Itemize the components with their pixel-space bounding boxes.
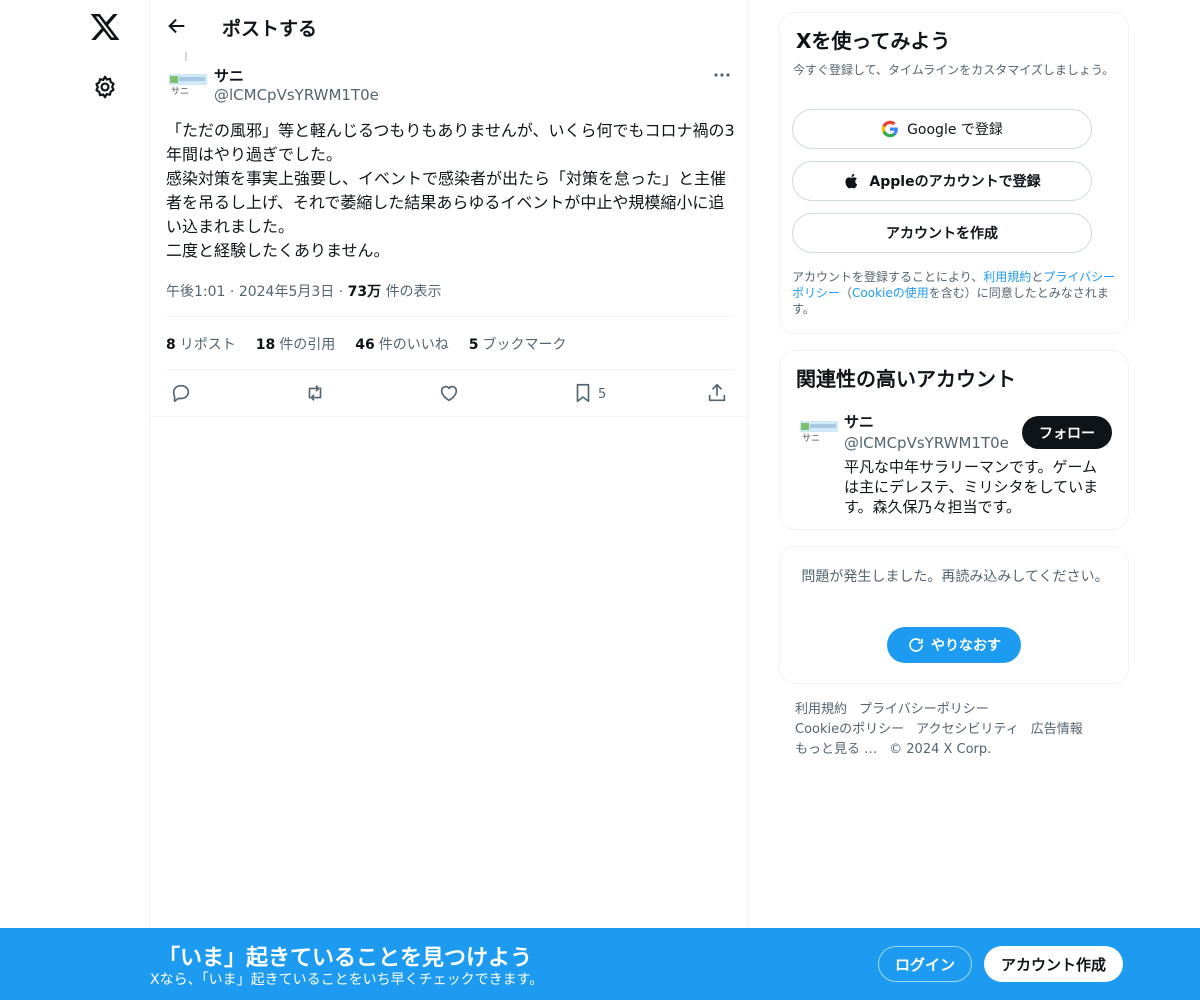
google-signup-label: Google で登録	[907, 122, 1003, 138]
bottom-bar-title: 「いま」起きていることを見つけよう	[158, 946, 533, 971]
footer-copyright: © 2024 X Corp.	[889, 742, 992, 757]
legal-prefix: アカウントを登録することにより、	[792, 270, 984, 284]
more-icon[interactable]	[712, 66, 732, 84]
left-nav	[0, 0, 150, 1000]
gear-icon[interactable]	[92, 74, 118, 100]
signup-card-subtitle: 今すぐ登録して、タイムラインをカスタマイズしましょう。	[793, 63, 1115, 77]
footer-more-link[interactable]: もっと見る …	[795, 742, 877, 757]
apple-icon	[845, 173, 858, 189]
refresh-icon	[909, 638, 923, 652]
svg-text:サニ: サニ	[171, 86, 189, 96]
meta-dot: ·	[338, 284, 344, 300]
repost-icon[interactable]	[304, 382, 326, 404]
google-icon	[881, 120, 898, 138]
bottom-signup-bar: 「いま」起きていることを見つけよう Xなら、「いま」起きていることをいち早くチェ…	[0, 928, 1200, 1000]
create-account-button[interactable]: アカウントを作成	[792, 213, 1092, 253]
related-account-handle[interactable]: @lCMCpVsYRWM1T0e	[844, 434, 1009, 452]
top-bar: ポストする	[150, 0, 748, 54]
signup-button[interactable]: アカウント作成	[984, 946, 1123, 982]
footer-privacy-link[interactable]: プライバシーポリシー	[859, 702, 989, 717]
login-button[interactable]: ログイン	[878, 946, 972, 982]
svg-text:サニ: サニ	[802, 433, 820, 443]
quote-stat[interactable]: 18 件の引用	[256, 334, 335, 354]
divider	[150, 416, 748, 417]
post-text: 「ただの風邪」等と軽んじるつもりもありませんが、いくら何でもコロナ禍の3年間はや…	[166, 121, 735, 260]
related-card-title: 関連性の高いアカウント	[796, 367, 1016, 391]
post-time[interactable]: 午後1:01	[166, 284, 225, 300]
reply-icon[interactable]	[170, 382, 192, 404]
view-count: 73万	[347, 284, 382, 300]
error-card: 問題が発生しました。再読み込みしてください。 やりなおす	[779, 546, 1129, 684]
footer-cookie-link[interactable]: Cookieのポリシー	[795, 722, 904, 737]
follow-button[interactable]: フォロー	[1022, 416, 1112, 449]
page-title: ポストする	[222, 18, 318, 40]
error-message: 問題が発生しました。再読み込みしてください。	[801, 569, 1109, 585]
author-handle[interactable]: @lCMCpVsYRWM1T0e	[214, 86, 379, 104]
x-logo-icon[interactable]	[89, 11, 121, 43]
avatar[interactable]: サニ	[800, 419, 838, 444]
divider	[166, 316, 734, 317]
bookmark-count: 5	[598, 387, 607, 402]
legal-open: （	[840, 286, 853, 300]
legal-and: と	[1031, 270, 1044, 284]
terms-link[interactable]: 利用規約	[983, 270, 1031, 284]
post-actions	[150, 380, 748, 408]
meta-dot: ·	[229, 284, 235, 300]
post-stats: 8 リポスト 18 件の引用 46 件のいいね 5 ブックマーク	[166, 334, 566, 354]
retry-label: やりなおす	[931, 638, 1001, 654]
author-name[interactable]: サニ	[214, 65, 244, 86]
post-date[interactable]: 2024年5月3日	[239, 284, 334, 300]
footer-ads-link[interactable]: 広告情報	[1031, 722, 1083, 737]
repost-stat[interactable]: 8 リポスト	[166, 334, 236, 354]
bookmark-stat[interactable]: 5 ブックマーク	[469, 334, 567, 354]
footer-links: 利用規約 プライバシーポリシー Cookieのポリシー アクセシビリティ 広告情報 も…	[795, 700, 1115, 760]
bottom-bar-subtitle: Xなら、「いま」起きていることをいち早くチェックできます。	[150, 972, 544, 988]
cookie-link[interactable]: Cookieの使用	[852, 286, 929, 300]
legal-text: アカウントを登録することにより、利用規約とプライバシーポリシー（Cookieの使…	[792, 269, 1120, 317]
related-account-name[interactable]: サニ	[844, 411, 874, 432]
retry-button[interactable]: やりなおす	[887, 627, 1021, 663]
google-signup-button[interactable]: Google で登録	[792, 109, 1092, 149]
related-accounts-card: 関連性の高いアカウント サニ サニ @lCMCpVsYRWM1T0e フォロー …	[779, 350, 1129, 530]
footer-terms-link[interactable]: 利用規約	[795, 702, 847, 717]
bookmark-icon[interactable]	[572, 382, 594, 404]
divider	[166, 369, 734, 370]
post-meta: 午後1:01 · 2024年5月3日 · 73万 件の表示	[166, 281, 442, 301]
apple-signup-label: Appleのアカウントで登録	[869, 174, 1041, 190]
like-stat[interactable]: 46 件のいいね	[355, 334, 448, 354]
related-account-bio: 平凡な中年サラリーマンです。ゲームは主にデレステ、ミリシタをしています。森久保乃…	[844, 458, 1099, 516]
main-column: ポストする サニ サニ @lCMCpVsYRWM1T0e 「ただの風邪」等と軽ん…	[150, 0, 749, 1000]
signup-card: Xを使ってみよう 今すぐ登録して、タイムラインをカスタマイズしましょう。 Goo…	[779, 12, 1129, 334]
create-account-label: アカウントを作成	[886, 226, 998, 242]
share-icon[interactable]	[706, 382, 728, 404]
like-icon[interactable]	[438, 382, 460, 404]
apple-signup-button[interactable]: Appleのアカウントで登録	[792, 161, 1092, 201]
thread-line	[185, 52, 187, 61]
view-label: 件の表示	[385, 284, 442, 300]
footer-accessibility-link[interactable]: アクセシビリティ	[916, 722, 1019, 737]
signup-card-title: Xを使ってみよう	[796, 29, 951, 53]
avatar[interactable]: サニ	[169, 72, 207, 97]
arrow-left-icon[interactable]	[166, 15, 188, 37]
